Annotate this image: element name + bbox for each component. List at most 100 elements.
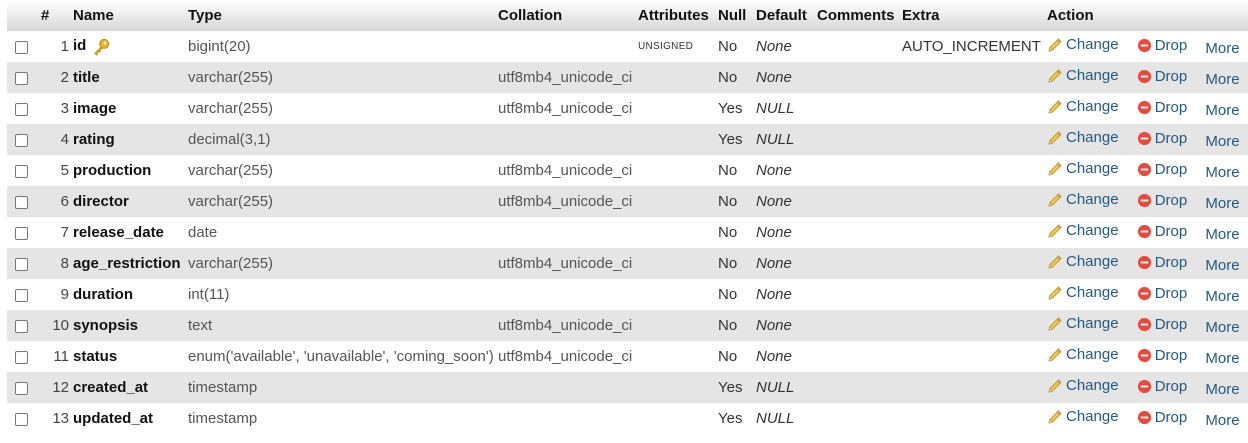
drop-button[interactable]: Drop xyxy=(1137,346,1188,364)
row-checkbox[interactable] xyxy=(15,381,28,395)
drop-label: Drop xyxy=(1154,67,1188,85)
column-name: production xyxy=(73,162,152,179)
change-button[interactable]: Change xyxy=(1047,36,1119,53)
header-null[interactable]: Null xyxy=(714,0,752,31)
more-button[interactable]: More xyxy=(1205,40,1239,57)
change-button[interactable]: Change xyxy=(1047,253,1119,270)
column-attributes xyxy=(634,372,714,403)
column-name-cell: release_date xyxy=(69,217,184,248)
header-name[interactable]: Name xyxy=(69,0,184,31)
change-button[interactable]: Change xyxy=(1047,67,1119,84)
row-checkbox[interactable] xyxy=(15,257,28,271)
row-checkbox[interactable] xyxy=(15,350,28,364)
column-name-cell: synopsis xyxy=(69,310,184,341)
column-type: int(11) xyxy=(184,279,494,310)
change-label: Change xyxy=(1066,222,1119,240)
more-button[interactable]: More xyxy=(1205,412,1239,429)
more-button[interactable]: More xyxy=(1205,226,1239,243)
change-label: Change xyxy=(1066,67,1119,85)
change-button[interactable]: Change xyxy=(1047,191,1119,208)
column-type: varchar(255) xyxy=(184,62,494,93)
drop-button[interactable]: Drop xyxy=(1137,378,1187,395)
change-button[interactable]: Change xyxy=(1047,408,1119,425)
header-type[interactable]: Type xyxy=(184,0,494,31)
column-type: varchar(255) xyxy=(184,155,494,186)
header-extra[interactable]: Extra xyxy=(898,0,1043,31)
row-checkbox[interactable] xyxy=(15,102,28,116)
column-null: No xyxy=(714,186,752,217)
drop-icon xyxy=(1137,410,1151,424)
column-attributes: UNSIGNED xyxy=(634,31,714,62)
row-checkbox[interactable] xyxy=(15,71,28,85)
more-button[interactable]: More xyxy=(1205,164,1239,181)
drop-button[interactable]: Drop xyxy=(1137,37,1187,54)
drop-button[interactable]: Drop xyxy=(1137,99,1187,116)
row-checkbox-cell xyxy=(7,62,37,93)
change-button[interactable]: Change xyxy=(1047,98,1119,115)
column-extra xyxy=(898,155,1043,186)
column-type: decimal(3,1) xyxy=(184,124,494,155)
change-button[interactable]: Change xyxy=(1047,160,1119,177)
more-button[interactable]: More xyxy=(1205,133,1239,150)
change-label: Change xyxy=(1066,377,1119,395)
more-label: More xyxy=(1205,194,1240,212)
header-num[interactable]: # xyxy=(37,0,69,31)
change-button[interactable]: Change xyxy=(1047,129,1119,146)
column-extra xyxy=(898,279,1043,310)
column-comments xyxy=(813,403,898,434)
header-comments[interactable]: Comments xyxy=(813,0,898,31)
drop-icon xyxy=(1137,162,1151,176)
more-button[interactable]: More xyxy=(1205,257,1239,274)
row-checkbox[interactable] xyxy=(15,226,28,240)
more-button[interactable]: More xyxy=(1205,102,1239,119)
row-checkbox[interactable] xyxy=(15,319,28,333)
more-label: More xyxy=(1205,318,1240,336)
column-default: None xyxy=(752,279,813,310)
column-name-cell: image xyxy=(69,93,184,124)
row-checkbox[interactable] xyxy=(15,40,28,54)
row-checkbox[interactable] xyxy=(15,133,28,147)
column-name-cell: updated_at xyxy=(69,403,184,434)
drop-button[interactable]: Drop xyxy=(1137,192,1187,209)
drop-button[interactable]: Drop xyxy=(1137,223,1187,240)
row-checkbox[interactable] xyxy=(15,412,28,426)
header-default[interactable]: Default xyxy=(752,0,813,31)
drop-button[interactable]: Drop xyxy=(1137,409,1187,426)
change-button[interactable]: Change xyxy=(1047,346,1119,363)
drop-button[interactable]: Drop xyxy=(1137,254,1187,271)
more-button[interactable]: More xyxy=(1205,350,1239,367)
column-name: id xyxy=(73,37,87,55)
drop-button[interactable]: Drop xyxy=(1137,316,1187,333)
drop-button[interactable]: Drop xyxy=(1137,284,1188,302)
more-button[interactable]: More xyxy=(1205,319,1239,336)
more-button[interactable]: More xyxy=(1205,381,1239,398)
drop-label: Drop xyxy=(1154,346,1188,364)
row-num: 9 xyxy=(37,279,69,310)
row-checkbox-cell xyxy=(7,93,37,124)
row-num: 12 xyxy=(37,372,69,403)
drop-button[interactable]: Drop xyxy=(1137,130,1187,147)
change-button[interactable]: Change xyxy=(1047,377,1119,394)
change-button[interactable]: Change xyxy=(1047,222,1119,239)
more-button[interactable]: More xyxy=(1205,71,1239,88)
column-collation: utf8mb4_unicode_ci xyxy=(494,186,634,217)
change-button[interactable]: Change xyxy=(1047,284,1119,301)
more-button[interactable]: More xyxy=(1205,288,1239,305)
row-checkbox[interactable] xyxy=(15,164,28,178)
drop-button[interactable]: Drop xyxy=(1137,67,1188,85)
table-row: 12 created_at timestamp Yes NULL Change xyxy=(7,372,1248,403)
drop-button[interactable]: Drop xyxy=(1137,161,1187,178)
row-checkbox[interactable] xyxy=(15,195,28,209)
drop-label: Drop xyxy=(1154,284,1188,302)
column-comments xyxy=(813,279,898,310)
change-button[interactable]: Change xyxy=(1047,315,1119,332)
column-name: synopsis xyxy=(73,317,139,334)
more-button[interactable]: More xyxy=(1205,195,1239,212)
column-name-cell: id xyxy=(69,31,184,62)
row-checkbox[interactable] xyxy=(15,288,28,302)
header-attributes[interactable]: Attributes xyxy=(634,0,714,31)
column-default: NULL xyxy=(752,93,813,124)
column-type: timestamp xyxy=(184,403,494,434)
header-collation[interactable]: Collation xyxy=(494,0,634,31)
header-row: # Name Type Collation Attributes Null De… xyxy=(7,0,1248,31)
